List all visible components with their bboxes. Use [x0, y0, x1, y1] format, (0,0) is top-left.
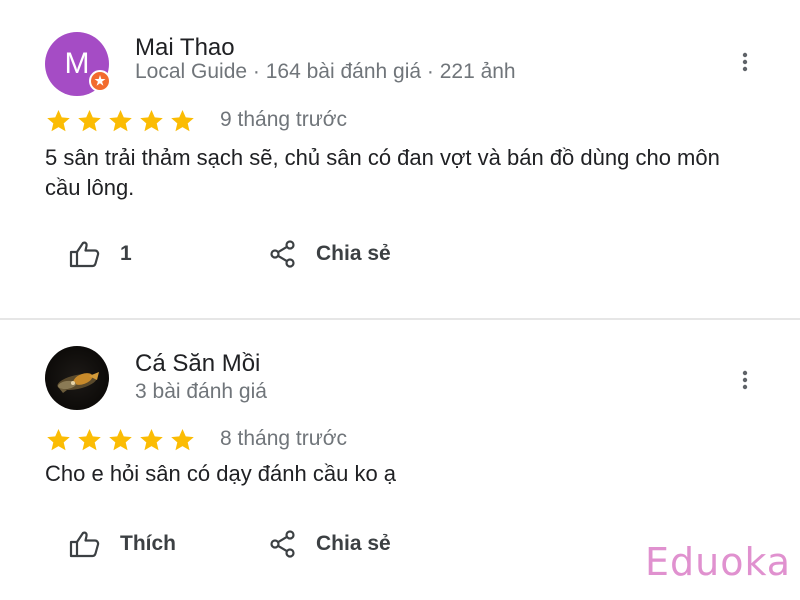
reviewer-meta: 3 bài đánh giá [135, 380, 267, 403]
review-text: Cho e hỏi sân có dạy đánh cầu ko ạ [45, 461, 397, 486]
star-icon [47, 428, 70, 451]
more-vert-icon[interactable] [735, 368, 755, 392]
share-label: Chia sẻ [316, 532, 391, 555]
star-icon [140, 428, 163, 451]
star-rating [45, 427, 200, 453]
reviewer-name[interactable]: Cá Săn Mồi [135, 350, 260, 378]
share-icon [270, 530, 295, 558]
thumb-up-icon [69, 531, 100, 558]
star-icon [109, 428, 132, 451]
share-button[interactable]: Chia sẻ [268, 530, 391, 558]
like-button[interactable]: Thích [68, 530, 176, 558]
star-icon [171, 428, 194, 451]
like-label: Thích [120, 532, 176, 555]
star-icon [78, 428, 101, 451]
review-date: 8 tháng trước [220, 427, 348, 450]
watermark-logo: Eduoka [645, 540, 792, 584]
